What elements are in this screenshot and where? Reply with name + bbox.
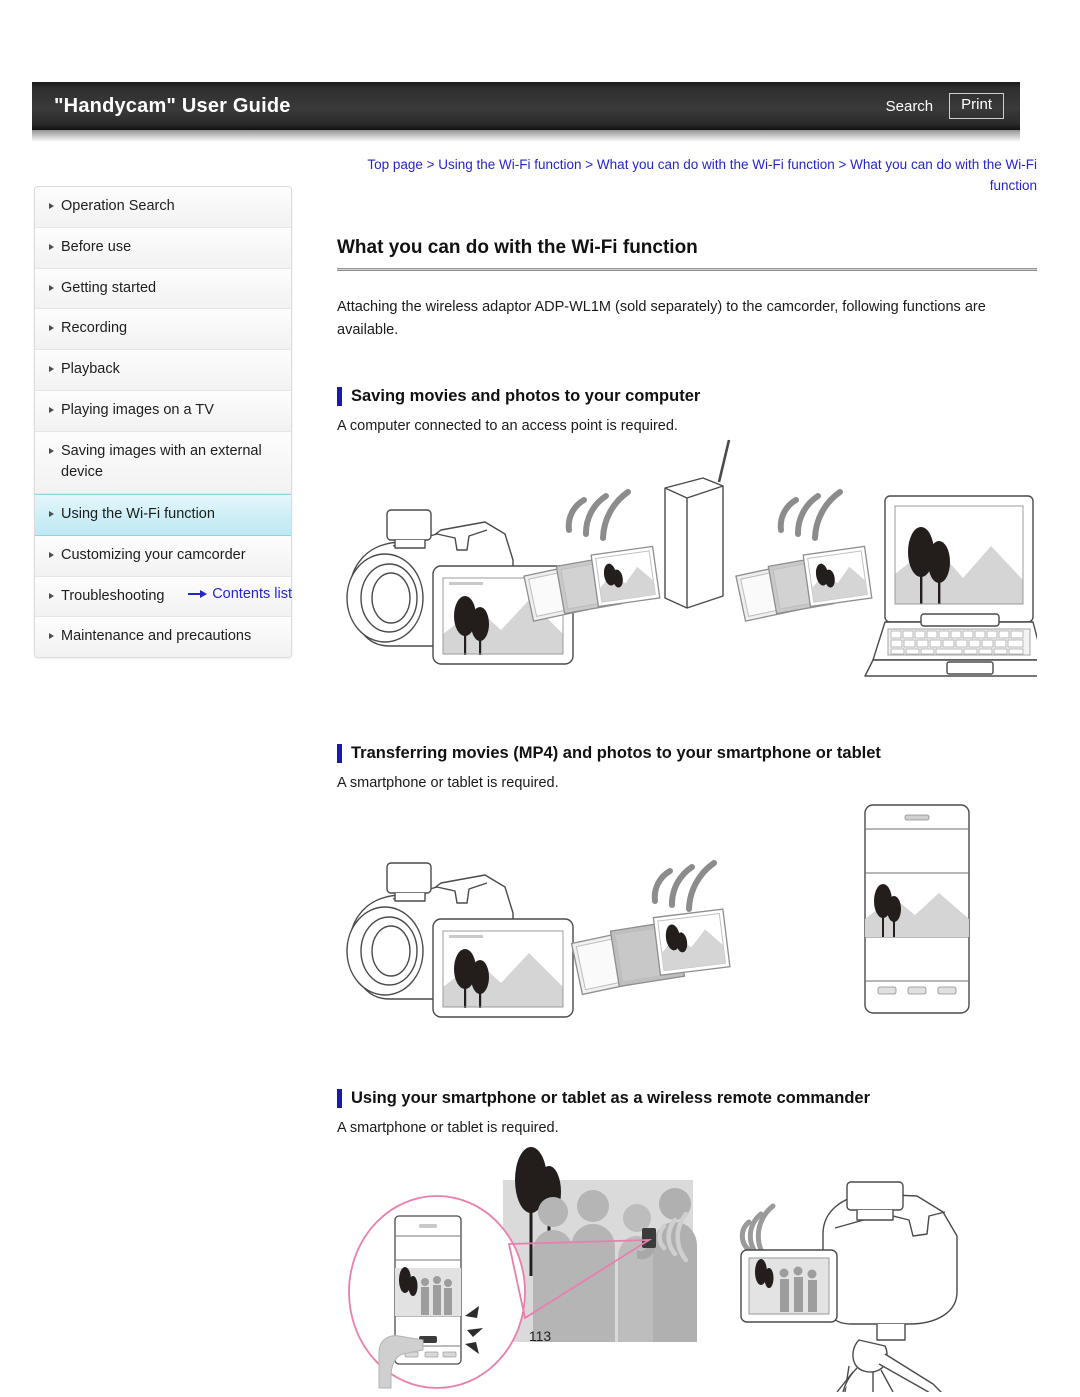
sidebar-item-before-use[interactable]: Before use [35,227,291,269]
triangle-right-icon [49,633,54,640]
illustration-remote-commander [348,1146,958,1392]
sidebar-item-label: Recording [61,320,128,337]
search-link[interactable]: Search [886,98,934,115]
triangle-right-icon [49,325,54,332]
accent-bar [337,743,342,763]
sidebar-item-getting-started[interactable]: Getting started [35,268,291,310]
contents-list-link-wrap[interactable]: Contents list [34,586,292,602]
triangle-right-icon [49,551,54,558]
triangle-right-icon [49,447,54,454]
header-actions: Search Print [886,93,1004,119]
intro-paragraph: Attaching the wireless adaptor ADP-WL1M … [337,298,986,339]
sidebar-item-recording[interactable]: Recording [35,309,291,350]
section-note: A computer connected to an access point … [337,417,678,434]
page-title: What you can do with the Wi-Fi function [337,236,698,258]
section-note: A smartphone or tablet is required. [337,1119,559,1136]
section-heading-saving-to-computer: Saving movies and photos to your compute… [337,386,1037,406]
accent-bar [337,386,342,406]
section-title: Transferring movies (MP4) and photos to … [351,743,881,762]
triangle-right-icon [49,406,54,413]
header-shadow [32,130,1020,142]
illustration-wifi-to-smartphone [346,804,970,1018]
section-title: Saving movies and photos to your compute… [351,386,701,405]
figure-camcorder-to-smartphone [337,797,1037,1045]
page-number: 113 [528,1328,552,1344]
triangle-right-icon [49,203,54,209]
sidebar-item-operation-search[interactable]: Operation Search [35,187,291,228]
section-title: Using your smartphone or tablet as a wir… [351,1088,870,1107]
section-heading-transfer-to-smartphone: Transferring movies (MP4) and photos to … [337,743,1037,763]
figure-camcorder-to-computer [337,438,1037,700]
sidebar-item-saving-images-external-device[interactable]: Saving images with an external device [35,431,291,494]
sidebar-item-label: Maintenance and precautions [61,628,252,645]
triangle-right-icon [49,243,54,250]
sidebar-item-playback[interactable]: Playback [35,350,291,391]
sidebar-item-label: Playback [61,361,120,377]
main-content: Top page > Using the Wi-Fi function > Wh… [337,155,1037,1392]
page-header-title: "Handycam" User Guide [54,94,291,117]
triangle-right-icon [49,366,54,372]
sidebar-item-label: Getting started [61,279,157,296]
figure-remote-commander [337,1140,1037,1392]
accent-bar [337,1088,342,1108]
app-header: "Handycam" User Guide Search Print [32,82,1020,130]
sidebar-item-label: Customizing your camcorder [61,546,246,563]
section-note: A smartphone or tablet is required. [337,774,559,791]
sidebar-item-customizing-your-camcorder[interactable]: Customizing your camcorder [35,535,291,577]
sidebar-item-label: Saving images with an external device [61,442,262,481]
section-heading-remote-commander: Using your smartphone or tablet as a wir… [337,1088,1037,1108]
sidebar-item-playing-images-on-a-tv[interactable]: Playing images on a TV [35,390,291,432]
sidebar-item-label: Using the Wi-Fi function [61,506,215,522]
sidebar-item-maintenance-and-precautions[interactable]: Maintenance and precautions [35,617,291,657]
triangle-right-icon [49,511,54,517]
sidebar-item-label: Playing images on a TV [61,401,214,418]
illustration-wifi-to-computer [346,439,1037,677]
title-divider [337,267,1037,271]
page-root: "Handycam" User Guide Search Print Opera… [0,0,1080,1397]
contents-list-link[interactable]: Contents list [212,586,292,602]
print-button[interactable]: Print [949,93,1004,119]
arrow-right-icon [188,589,208,599]
sidebar-item-using-the-wifi-function[interactable]: Using the Wi-Fi function [35,494,291,536]
triangle-right-icon [49,284,54,291]
sidebar-item-label: Operation Search [61,198,175,214]
breadcrumb[interactable]: Top page > Using the Wi-Fi function > Wh… [337,155,1037,197]
sidebar-item-label: Before use [61,238,132,255]
